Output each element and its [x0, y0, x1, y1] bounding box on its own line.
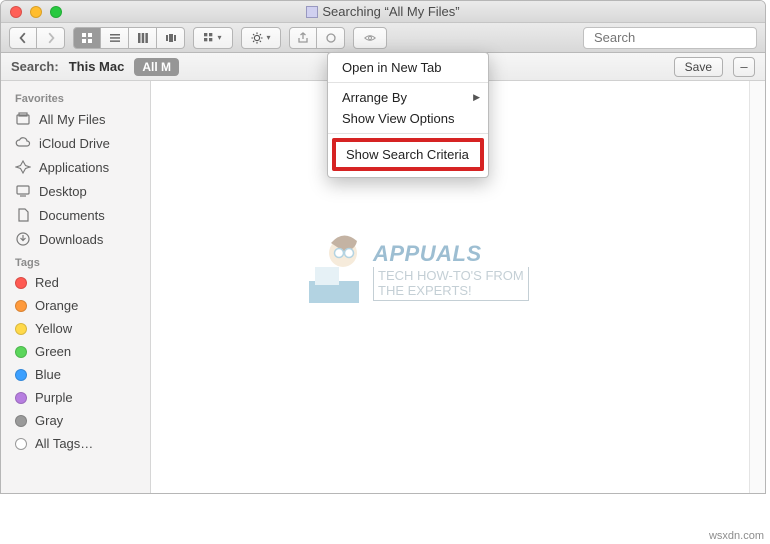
- sidebar-item-label: All My Files: [39, 112, 105, 127]
- tag-yellow[interactable]: Yellow: [1, 317, 150, 340]
- window-title: Searching “All My Files”: [1, 4, 765, 19]
- menu-open-new-tab[interactable]: Open in New Tab: [328, 57, 488, 78]
- sidebar-item-documents[interactable]: Documents: [1, 203, 150, 227]
- scope-all-my-files[interactable]: All M: [134, 58, 179, 76]
- tag-purple[interactable]: Purple: [1, 386, 150, 409]
- save-search-button[interactable]: Save: [674, 57, 723, 77]
- list-view-button[interactable]: [101, 27, 129, 49]
- sidebar-item-icloud[interactable]: iCloud Drive: [1, 131, 150, 155]
- remove-criteria-button[interactable]: –: [733, 57, 755, 77]
- minimize-window-button[interactable]: [30, 6, 42, 18]
- menu-show-search-criteria[interactable]: Show Search Criteria: [336, 142, 480, 167]
- tag-label: Red: [35, 275, 59, 290]
- mascot-icon: [301, 231, 367, 311]
- nav-buttons: [9, 27, 65, 49]
- tag-dot-icon: [15, 300, 27, 312]
- tag-all-tags[interactable]: All Tags…: [1, 432, 150, 455]
- finder-window: Searching “All My Files” ▾ ▾ Se: [0, 0, 766, 494]
- zoom-window-button[interactable]: [50, 6, 62, 18]
- all-my-files-icon: [15, 111, 31, 127]
- menu-separator: [328, 82, 488, 83]
- sidebar-item-desktop[interactable]: Desktop: [1, 179, 150, 203]
- tag-dot-icon: [15, 369, 27, 381]
- vertical-scrollbar[interactable]: [749, 81, 765, 493]
- gear-icon: [251, 32, 263, 44]
- smart-folder-icon: [306, 6, 318, 18]
- window-controls: [1, 6, 62, 18]
- arrange-dropdown-button[interactable]: ▾: [193, 27, 233, 49]
- all-tags-icon: [15, 438, 27, 450]
- scope-this-mac[interactable]: This Mac: [69, 59, 125, 74]
- highlight-callout: Show Search Criteria: [332, 138, 484, 171]
- tag-blue[interactable]: Blue: [1, 363, 150, 386]
- desktop-icon: [15, 183, 31, 199]
- back-button[interactable]: [9, 27, 37, 49]
- documents-icon: [15, 207, 31, 223]
- tag-gray[interactable]: Gray: [1, 409, 150, 432]
- column-view-button[interactable]: [129, 27, 157, 49]
- action-dropdown-button[interactable]: ▾: [241, 27, 281, 49]
- watermark-sub: TECH HOW-TO'S FROM THE EXPERTS!: [373, 267, 529, 301]
- tag-green[interactable]: Green: [1, 340, 150, 363]
- tag-dot-icon: [15, 415, 27, 427]
- titlebar: Searching “All My Files”: [1, 1, 765, 23]
- action-menu: Open in New Tab Arrange By Show View Opt…: [327, 52, 489, 178]
- sidebar-item-label: Documents: [39, 208, 105, 223]
- sidebar: Favorites All My Files iCloud Drive Appl…: [1, 81, 151, 493]
- share-segment: [289, 27, 345, 49]
- forward-button[interactable]: [37, 27, 65, 49]
- tag-dot-icon: [15, 346, 27, 358]
- tag-label: Green: [35, 344, 71, 359]
- menu-arrange-by[interactable]: Arrange By: [328, 87, 488, 108]
- search-field[interactable]: [583, 27, 757, 49]
- search-input[interactable]: [594, 30, 766, 45]
- menu-separator: [328, 133, 488, 134]
- downloads-icon: [15, 231, 31, 247]
- share-button[interactable]: [289, 27, 317, 49]
- tag-label: Gray: [35, 413, 63, 428]
- sidebar-item-downloads[interactable]: Downloads: [1, 227, 150, 251]
- quicklook-button[interactable]: [353, 27, 387, 49]
- tag-red[interactable]: Red: [1, 271, 150, 294]
- icon-view-button[interactable]: [73, 27, 101, 49]
- search-label: Search:: [11, 59, 59, 74]
- tags-button[interactable]: [317, 27, 345, 49]
- favorites-header: Favorites: [1, 87, 150, 107]
- tag-orange[interactable]: Orange: [1, 294, 150, 317]
- watermark: APPUALS TECH HOW-TO'S FROM THE EXPERTS!: [301, 231, 529, 311]
- sidebar-item-label: Downloads: [39, 232, 103, 247]
- tag-dot-icon: [15, 323, 27, 335]
- coverflow-view-button[interactable]: [157, 27, 185, 49]
- applications-icon: [15, 159, 31, 175]
- tag-label: Blue: [35, 367, 61, 382]
- source-credit: wsxdn.com: [709, 530, 764, 542]
- view-mode-segment: [73, 27, 185, 49]
- sidebar-item-applications[interactable]: Applications: [1, 155, 150, 179]
- sidebar-item-label: Desktop: [39, 184, 87, 199]
- tag-label: All Tags…: [35, 436, 93, 451]
- tags-header: Tags: [1, 251, 150, 271]
- tag-label: Orange: [35, 298, 78, 313]
- cloud-icon: [15, 135, 31, 151]
- tag-label: Purple: [35, 390, 73, 405]
- close-window-button[interactable]: [10, 6, 22, 18]
- sidebar-item-all-my-files[interactable]: All My Files: [1, 107, 150, 131]
- tag-dot-icon: [15, 392, 27, 404]
- sidebar-item-label: iCloud Drive: [39, 136, 110, 151]
- tag-label: Yellow: [35, 321, 72, 336]
- watermark-title: APPUALS: [373, 241, 529, 267]
- tag-dot-icon: [15, 277, 27, 289]
- menu-show-view-options[interactable]: Show View Options: [328, 108, 488, 129]
- sidebar-item-label: Applications: [39, 160, 109, 175]
- toolbar: ▾ ▾: [1, 23, 765, 53]
